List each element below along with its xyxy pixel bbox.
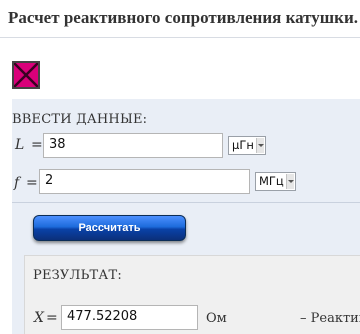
reactance-description: – Реактивн xyxy=(300,311,360,326)
reactance-unit: Ом xyxy=(206,311,227,326)
chevron-down-icon xyxy=(286,174,294,189)
reactance-symbol: X xyxy=(34,310,44,326)
frequency-input[interactable]: 2 xyxy=(39,169,250,194)
broken-image-icon xyxy=(12,61,40,89)
frequency-equals: = xyxy=(26,175,38,191)
chevron-down-icon xyxy=(256,138,264,153)
page-title: Расчет реактивного сопротивления катушки… xyxy=(8,8,358,27)
inductance-input[interactable]: 38 xyxy=(43,133,223,158)
input-section-label: ВВЕСТИ ДАННЫЕ: xyxy=(12,112,148,127)
inductance-unit-value: μГн xyxy=(232,138,254,152)
inductance-symbol: L xyxy=(15,137,25,153)
frequency-symbol: f xyxy=(14,175,20,191)
reactance-equals: = xyxy=(46,310,58,326)
inductance-equals: = xyxy=(31,137,43,153)
frequency-unit-select[interactable]: МГц xyxy=(255,172,296,191)
frequency-unit-value: МГц xyxy=(259,174,284,188)
calculate-button[interactable]: Рассчитать xyxy=(33,215,186,241)
inductance-unit-select[interactable]: μГн xyxy=(228,136,266,155)
reactance-output[interactable]: 477.52208 xyxy=(61,305,198,330)
title-divider xyxy=(0,37,360,38)
result-section-label: РЕЗУЛЬТАТ: xyxy=(33,268,122,283)
section-divider xyxy=(12,202,360,203)
